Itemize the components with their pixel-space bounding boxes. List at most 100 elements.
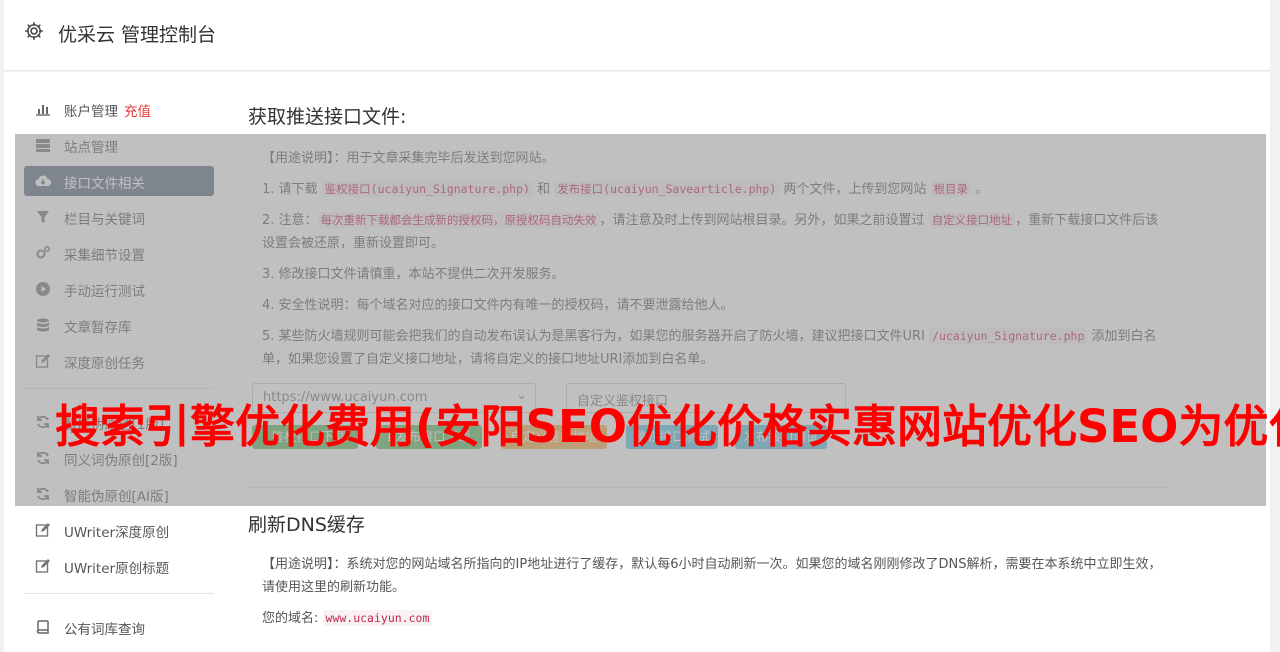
refresh-icon [37,487,49,501]
main-panel: 账户管理 充值 站点管理 接口文件相关 栏目与关键词 采集细节设置 手动运行测试 … [4,72,1270,652]
usage-text: ：系统对您的网站域名所指向的IP地址进行了缓存，默认每6小时自动刷新一次。如果您… [262,557,1162,595]
sidebar-item-label: 同义词伪原创[2版] [64,453,178,469]
app-title: 优采云 管理控制台 [58,24,217,46]
database-icon [37,318,49,332]
step-1: 1. 请下载 鉴权接口(ucaiyun_Signature.php) 和 发布接… [262,178,1168,201]
edit-icon [35,523,50,537]
server-icon [36,139,50,152]
step-text: 两个文件，上传到您网站 [779,182,931,197]
step-text: 1. 请下载 [262,182,322,197]
step-text: 2. 注意： [262,213,318,228]
button-label: 自定义鉴权地址 [510,429,598,444]
domain-value: www.ucaiyun.com [322,610,433,626]
code-custom-url: 自定义接口地址 [928,212,1016,228]
test-auth-button[interactable]: 鉴权接口测试 [626,425,718,449]
button-label: 鉴权接口下载 [271,429,347,444]
gears-icon [36,245,51,259]
step-text: 5. 某些防火墙规则可能会把我们的自动发布误认为是黑客行为，如果您的服务器开启了… [262,329,930,344]
sidebar-item-label: UWriter原创标题 [64,561,170,577]
sidebar-item-label: 公有词库查询 [64,622,145,638]
code-uri: /ucaiyun_Signature.php [929,328,1088,344]
download-publish-button[interactable]: ⭳ 发布接口下载 [376,425,482,449]
sidebar-item-label: 账户管理 [64,104,118,120]
download-icon: ⭳ [263,429,268,444]
step-2: 2. 注意： 每次重新下载都会生成新的授权码，原授权码自动失效 ，请注意及时上传到网… [262,209,1168,255]
step-5: 5. 某些防火墙规则可能会把我们的自动发布误认为是黑客行为，如果您的服务器开启了… [262,325,1168,371]
sidebar-item-smart-spin-ai[interactable]: 智能伪原创[AI版] [24,479,214,509]
chevron-down-icon: ⌄ [516,388,527,403]
sidebar-item-label: 文章暂存库 [64,320,132,336]
site-select-value: https://www.ucaiyun.com [263,390,428,405]
button-label: 发布接口下载 [395,429,471,444]
button-label: 发布接口测试 [743,429,819,444]
sidebar-item-smart-spin-v1[interactable]: 智能伪原创[1版] [24,407,214,437]
test-publish-button[interactable]: 发布接口测试 [735,425,827,449]
section-divider [248,487,1168,488]
sidebar-item-account[interactable]: 账户管理 充值 [24,94,214,124]
code-root-dir: 根目录 [930,181,972,197]
step-3: 3. 修改接口文件请慎重，本站不提供二次开发服务。 [262,267,565,282]
custom-auth-placeholder: 自定义鉴权接口 [577,394,669,409]
edit-icon [35,559,50,573]
edit-icon [35,354,50,368]
step-text: 。 [971,182,989,197]
sidebar-item-public-lexicon[interactable]: 公有词库查询 [24,612,214,642]
recharge-link[interactable]: 充值 [124,104,151,120]
step-text: 和 [532,182,555,197]
sidebar-item-label: 站点管理 [64,140,118,156]
download-icon: ⭳ [387,429,392,444]
sidebar-item-uwriter-title[interactable]: UWriter原创标题 [24,551,214,581]
button-row: ⭳ 鉴权接口下载 ⭳ 发布接口下载 自定义鉴权地址 鉴权接口测试 发布接口测试 [248,425,1168,453]
step-4: 4. 安全性说明：每个域名对应的接口文件内有唯一的授权码，请不要泄露给他人。 [262,298,734,313]
book-icon [36,620,49,634]
sidebar-item-article-storage[interactable]: 文章暂存库 [24,310,214,340]
sidebar-item-label: 接口文件相关 [64,176,145,192]
sidebar-item-columns-keywords[interactable]: 栏目与关键词 [24,202,214,232]
refresh-icon [37,451,49,465]
dns-domain: 您的域名: www.ucaiyun.com [262,607,1168,630]
usage-note: 【用途说明】：用于文章采集完毕后发送到您网站。 [262,147,1168,170]
domain-label: 您的域名: [262,611,323,626]
custom-auth-input[interactable]: 自定义鉴权接口 [566,383,846,413]
refresh-icon [37,415,49,429]
bar-chart-icon [36,105,50,116]
sidebar-item-label: 采集细节设置 [64,248,145,264]
sidebar-item-label: 智能伪原创[AI版] [64,489,169,505]
gear-icon [25,22,43,40]
usage-text: ：用于文章采集完毕后发送到您网站。 [333,151,555,166]
section-title-interface-files: 获取推送接口文件: [248,106,407,128]
code-publish-file: 发布接口(ucaiyun_Savearticle.php) [554,181,780,197]
sidebar-item-collect-settings[interactable]: 采集细节设置 [24,238,214,268]
sidebar-item-label: UWriter深度原创 [64,525,170,541]
code-warning: 每次重新下载都会生成新的授权码，原授权码自动失效 [317,212,600,228]
usage-label: 【用途说明】 [262,151,334,166]
top-bar: 优采云 管理控制台 [4,0,1270,71]
sidebar-item-label: 智能伪原创[1版] [64,417,165,433]
sidebar-divider [24,593,214,594]
sidebar-divider [24,388,214,389]
sidebar-item-interface-files[interactable]: 接口文件相关 [24,166,214,196]
usage-label: 【用途说明】 [262,557,334,572]
dns-usage-note: 【用途说明】：系统对您的网站域名所指向的IP地址进行了缓存，默认每6小时自动刷新… [262,553,1168,599]
cloud-download-icon [35,175,51,187]
filter-icon [37,211,49,223]
sidebar: 账户管理 充值 站点管理 接口文件相关 栏目与关键词 采集细节设置 手动运行测试 … [24,94,214,648]
sidebar-item-sites[interactable]: 站点管理 [24,130,214,160]
sidebar-item-label: 栏目与关键词 [64,212,145,228]
sidebar-item-deep-original[interactable]: 深度原创任务 [24,346,214,376]
content: 获取推送接口文件: 【用途说明】：用于文章采集完毕后发送到您网站。 1. 请下载… [248,102,1168,638]
button-label: 鉴权接口测试 [634,429,710,444]
sidebar-item-label: 手动运行测试 [64,284,145,300]
interface-controls: https://www.ucaiyun.com ⌄ 自定义鉴权接口 [248,383,1168,423]
download-auth-button[interactable]: ⭳ 鉴权接口下载 [252,425,358,449]
sidebar-item-uwriter-deep[interactable]: UWriter深度原创 [24,515,214,545]
sidebar-item-synonym-spin-v2[interactable]: 同义词伪原创[2版] [24,443,214,473]
code-auth-file: 鉴权接口(ucaiyun_Signature.php) [321,181,533,197]
site-select[interactable]: https://www.ucaiyun.com ⌄ [252,383,536,413]
sidebar-item-manual-run[interactable]: 手动运行测试 [24,274,214,304]
custom-auth-url-button[interactable]: 自定义鉴权地址 [501,425,607,449]
step-text: ，请注意及时上传到网站根目录。另外，如果之前设置过 [599,213,929,228]
section-title-dns: 刷新DNS缓存 [248,514,365,536]
sidebar-item-label: 深度原创任务 [64,356,145,372]
play-circle-icon [36,282,50,296]
